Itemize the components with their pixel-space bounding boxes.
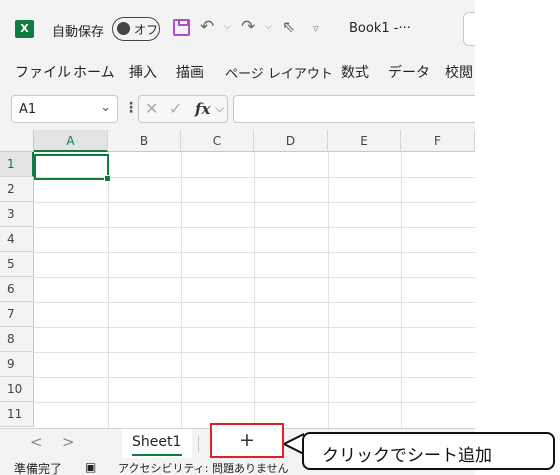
workbook-title[interactable]: Book1 -··· — [349, 21, 411, 36]
tab-home[interactable]: ホーム — [73, 62, 115, 82]
plus-icon: + — [239, 429, 255, 451]
tab-insert[interactable]: 挿入 — [129, 62, 157, 82]
undo-dropdown-icon[interactable]: ⌵ — [224, 22, 231, 32]
column-header-c[interactable]: C — [181, 130, 254, 152]
row-header-11[interactable]: 11 — [0, 402, 34, 427]
column-header-d[interactable]: D — [254, 130, 328, 152]
gridline — [34, 327, 475, 328]
formula-bar: A1 ⌄ ⋮ ✕ ✓ fx ⌵ — [0, 92, 475, 126]
status-ready: 準備完了 — [14, 462, 63, 475]
gridline — [328, 152, 329, 428]
gridline — [34, 277, 475, 278]
macro-record-icon[interactable]: ▣ — [85, 460, 96, 474]
tab-data[interactable]: データ — [388, 62, 430, 82]
row-header-2[interactable]: 2 — [0, 177, 34, 202]
save-icon[interactable] — [173, 19, 190, 36]
gridline — [34, 227, 475, 228]
gridline — [401, 152, 402, 428]
gridline — [34, 377, 475, 378]
row-header-5[interactable]: 5 — [0, 252, 34, 277]
title-bar: X 自動保存 オフ ↶ ⌵ ↷ ⌵ ⇖ ▿ Book1 -··· — [0, 0, 475, 58]
tab-file[interactable]: ファイル — [15, 62, 71, 82]
chevron-down-icon[interactable]: ⌄ — [100, 100, 111, 115]
worksheet-grid[interactable]: A B C D E F 1 2 3 4 5 6 7 8 9 10 11 — [0, 130, 475, 428]
row-header-3[interactable]: 3 — [0, 202, 34, 227]
excel-window: X 自動保存 オフ ↶ ⌵ ↷ ⌵ ⇖ ▿ Book1 -··· ファイル ホー… — [0, 0, 475, 475]
formula-input[interactable] — [233, 95, 475, 123]
next-sheet-button[interactable]: > — [62, 433, 75, 451]
column-header-f[interactable]: F — [401, 130, 475, 152]
cancel-icon[interactable]: ✕ — [145, 99, 158, 118]
row-header-9[interactable]: 9 — [0, 352, 34, 377]
tab-draw[interactable]: 描画 — [176, 62, 204, 82]
gridline — [181, 152, 182, 428]
excel-logo-icon: X — [15, 20, 34, 38]
accessibility-status[interactable]: アクセシビリティ: 問題ありません — [118, 460, 289, 475]
gridline — [34, 302, 475, 303]
tab-page-layout[interactable]: ページ レイアウト — [225, 63, 333, 82]
select-all-corner[interactable] — [0, 130, 34, 152]
gridline — [108, 152, 109, 428]
annotation-callout: クリックでシート追加 — [302, 432, 555, 470]
autosave-toggle[interactable]: オフ — [112, 17, 160, 41]
gridline — [34, 352, 475, 353]
insert-function-icon[interactable]: fx — [195, 100, 210, 118]
column-header-a[interactable]: A — [34, 130, 108, 152]
pointer-icon[interactable]: ⇖ — [282, 17, 295, 36]
prev-sheet-button[interactable]: < — [30, 433, 43, 451]
row-header-1[interactable]: 1 — [0, 152, 34, 177]
tab-formulas[interactable]: 数式 — [341, 62, 369, 82]
gridline — [34, 202, 475, 203]
formula-buttons: ✕ ✓ fx ⌵ — [138, 95, 228, 123]
add-sheet-button[interactable]: + — [210, 423, 284, 458]
row-header-4[interactable]: 4 — [0, 227, 34, 252]
row-header-8[interactable]: 8 — [0, 327, 34, 352]
gridline — [34, 252, 475, 253]
search-box[interactable] — [463, 12, 475, 46]
customize-qat-icon[interactable]: ▿ — [313, 22, 319, 35]
name-box[interactable]: A1 ⌄ — [11, 95, 118, 123]
active-cell[interactable] — [34, 154, 111, 182]
row-header-10[interactable]: 10 — [0, 377, 34, 402]
ribbon-tabs: ファイル ホーム 挿入 描画 ページ レイアウト 数式 データ 校閲 — [0, 58, 475, 86]
row-header-7[interactable]: 7 — [0, 302, 34, 327]
sheet-tab-sheet1[interactable]: Sheet1 — [122, 429, 192, 459]
autosave-label: 自動保存 — [52, 25, 105, 40]
sheet-tab-label: Sheet1 — [132, 434, 182, 450]
callout-text: クリックでシート追加 — [322, 446, 492, 466]
fx-dropdown-icon[interactable]: ⌵ — [215, 101, 224, 116]
redo-icon[interactable]: ↷ — [241, 17, 255, 37]
column-header-b[interactable]: B — [108, 130, 181, 152]
divider — [198, 436, 199, 452]
enter-icon[interactable]: ✓ — [169, 99, 182, 118]
undo-icon[interactable]: ↶ — [200, 17, 214, 37]
more-options-icon[interactable]: ⋮ — [124, 100, 138, 116]
toggle-knob — [117, 22, 130, 35]
redo-dropdown-icon[interactable]: ⌵ — [265, 22, 272, 32]
callout-pointer — [284, 432, 304, 456]
autosave-state: オフ — [134, 23, 159, 37]
gridline — [254, 152, 255, 428]
name-box-value: A1 — [19, 102, 37, 117]
gridline — [34, 402, 475, 403]
row-header-6[interactable]: 6 — [0, 277, 34, 302]
column-header-e[interactable]: E — [328, 130, 401, 152]
tab-review[interactable]: 校閲 — [445, 62, 473, 82]
